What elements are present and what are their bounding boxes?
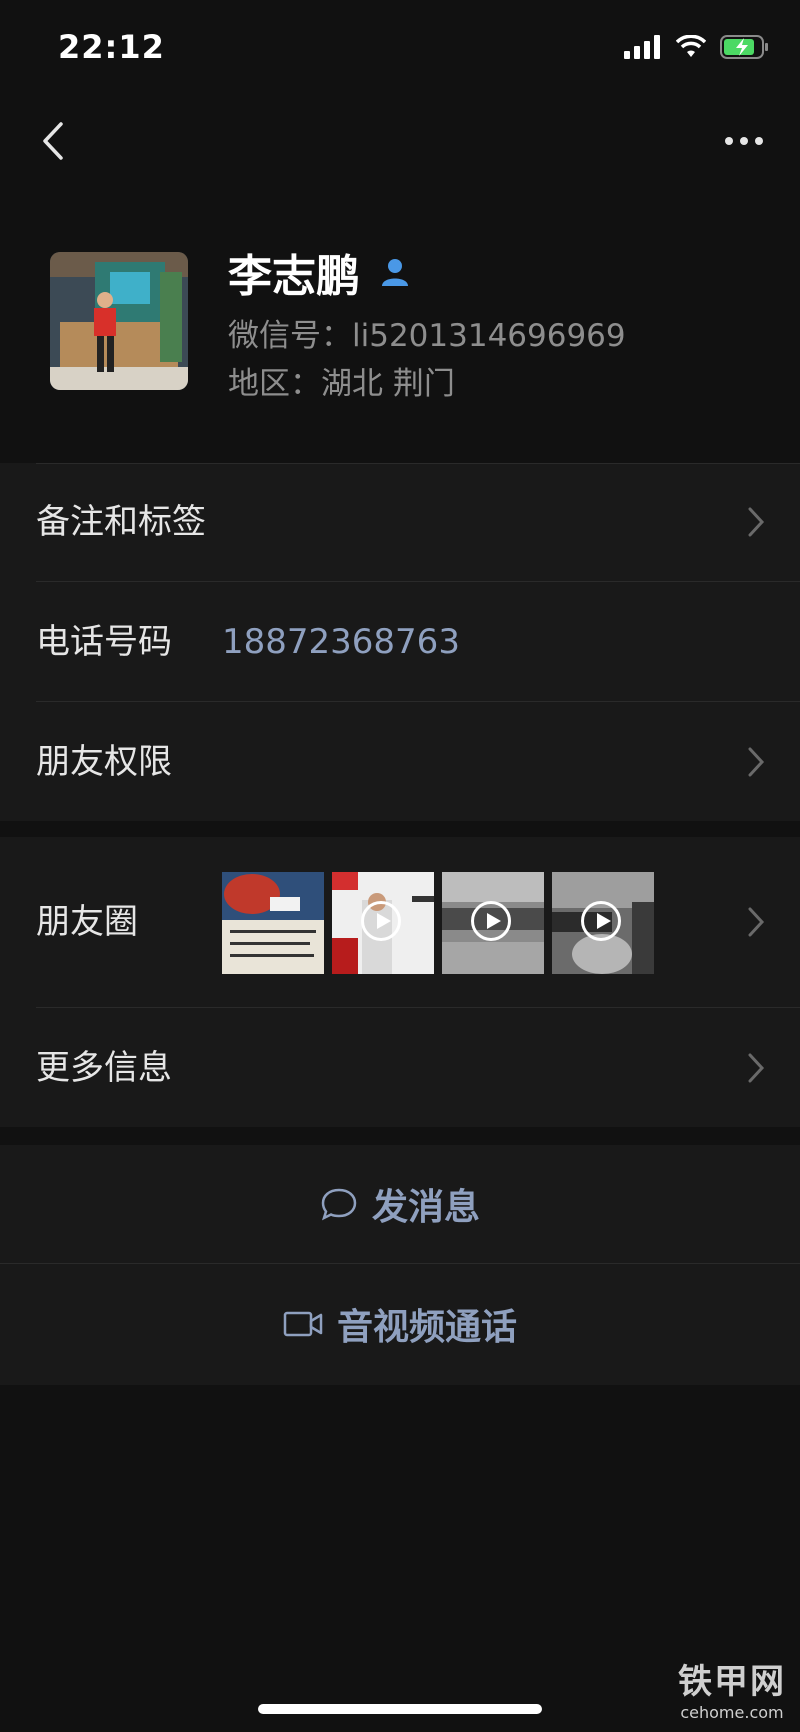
- contact-name: 李志鹏: [228, 251, 360, 302]
- row-phone[interactable]: 电话号码 18872368763: [0, 583, 800, 701]
- avatar[interactable]: [50, 252, 188, 390]
- watermark: 铁甲网 cehome.com: [678, 1654, 786, 1722]
- row-label: 备注和标签: [36, 502, 206, 542]
- region: 地区：湖北 荆门: [228, 366, 455, 402]
- watermark-brand: 铁甲网: [678, 1662, 786, 1702]
- wifi-icon: [676, 35, 706, 57]
- av-call-button[interactable]: 音视频通话: [0, 1265, 800, 1383]
- chevron-right-icon: [748, 907, 765, 937]
- status-icons: [624, 34, 770, 60]
- actions-section: 发消息 音视频通话: [0, 1145, 800, 1385]
- moments-section: 朋友圈 更多信息: [0, 837, 800, 1127]
- chevron-right-icon: [748, 747, 765, 777]
- moment-thumb-video: [442, 872, 544, 974]
- wechat-id: 微信号：li5201314696969: [228, 318, 626, 354]
- moments-thumbnails: [222, 872, 654, 974]
- row-label: 朋友权限: [36, 742, 172, 782]
- row-friend-permissions[interactable]: 朋友权限: [0, 703, 800, 821]
- phone-number[interactable]: 18872368763: [222, 583, 460, 701]
- avatar-image: [50, 252, 188, 390]
- moment-thumb-video: [332, 872, 434, 974]
- more-button[interactable]: [714, 116, 774, 166]
- chevron-left-icon: [43, 122, 63, 160]
- row-label: 朋友圈: [36, 902, 138, 942]
- row-label: 电话号码: [36, 622, 172, 662]
- play-icon: [471, 901, 511, 941]
- info-section: 备注和标签 电话号码 18872368763 朋友权限: [0, 463, 800, 821]
- play-icon: [581, 901, 621, 941]
- chat-bubble-icon: [321, 1188, 357, 1221]
- nav-bar: [0, 96, 800, 186]
- row-moments[interactable]: 朋友圈: [0, 837, 800, 1007]
- play-icon: [361, 901, 401, 941]
- send-message-label: 发消息: [371, 1187, 480, 1228]
- watermark-domain: cehome.com: [680, 1703, 784, 1722]
- row-more-info[interactable]: 更多信息: [0, 1009, 800, 1127]
- video-camera-icon: [283, 1311, 323, 1337]
- chevron-right-icon: [748, 507, 765, 537]
- back-button[interactable]: [28, 116, 78, 166]
- divider: [36, 701, 800, 702]
- row-remarks-tags[interactable]: 备注和标签: [0, 463, 800, 581]
- person-gender-icon: [382, 259, 408, 286]
- divider: [36, 581, 800, 582]
- send-message-button[interactable]: 发消息: [0, 1145, 800, 1263]
- divider: [0, 1263, 800, 1264]
- name-row: 李志鹏: [228, 240, 412, 304]
- signal-icon: [624, 35, 660, 59]
- moment-thumb-video: [552, 872, 654, 974]
- home-indicator[interactable]: [258, 1704, 542, 1714]
- status-time: 22:12: [58, 28, 165, 66]
- profile-header: 李志鹏 微信号：li5201314696969 地区：湖北 荆门: [0, 230, 800, 460]
- moment-thumb: [222, 872, 324, 974]
- row-label: 更多信息: [36, 1048, 172, 1088]
- divider: [36, 1007, 800, 1008]
- battery-charging-icon: [720, 35, 768, 59]
- av-call-label: 音视频通话: [336, 1307, 517, 1348]
- more-dots-icon: [725, 137, 763, 145]
- chevron-right-icon: [748, 1053, 765, 1083]
- status-bar: 22:12: [0, 0, 800, 96]
